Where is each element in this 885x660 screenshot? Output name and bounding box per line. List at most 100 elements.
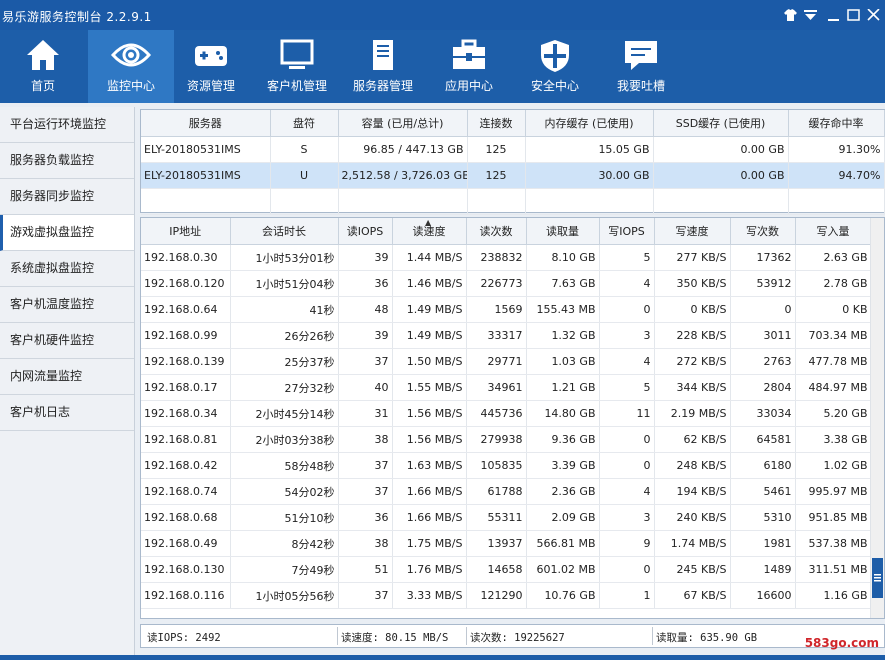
cell-ip: 192.168.0.81 <box>141 426 231 453</box>
cell-write-count: 17362 <box>730 244 796 271</box>
nav-label: 我要吐槽 <box>616 79 665 93</box>
nav-monitor-center[interactable]: 监控中心 <box>88 30 174 103</box>
cell-write-iops: 4 <box>599 270 655 297</box>
cell-write-speed: 67 KB/S <box>654 582 731 609</box>
table-row[interactable]: 192.168.0.81 2小时03分38秒 38 1.56 MB/S 279938 9.… <box>141 426 872 453</box>
cell-drive: U <box>270 162 339 189</box>
column-header[interactable]: 写次数 <box>730 218 796 245</box>
cell-session: 58分48秒 <box>230 452 339 479</box>
column-header[interactable]: 内存缓存 (已使用) <box>525 110 654 137</box>
cell-write-amount: 0 KB <box>795 296 872 323</box>
table-row[interactable]: 192.168.0.116 1小时05分56秒 37 3.33 MB/S 121290 1… <box>141 582 872 609</box>
menu-icon[interactable] <box>803 9 817 22</box>
table-row[interactable]: 192.168.0.68 51分10秒 36 1.66 MB/S 55311 2.09 G… <box>141 504 872 531</box>
nav-security-center[interactable]: 安全中心 <box>512 30 598 103</box>
column-header[interactable]: 连接数 <box>467 110 526 137</box>
status-divider <box>652 627 653 645</box>
table-row[interactable]: 192.168.0.99 26分26秒 39 1.49 MB/S 33317 1.32 G… <box>141 322 872 349</box>
status-read-speed: 读速度: 80.15 MB/S <box>341 632 449 644</box>
sidebar-item-server-sync[interactable]: 服务器同步监控 <box>0 179 134 215</box>
sidebar-item-client-log[interactable]: 客户机日志 <box>0 395 134 431</box>
column-header[interactable]: 写入量 <box>795 218 872 245</box>
sidebar-item-game-vdisk[interactable]: 游戏虚拟盘监控 <box>0 215 134 251</box>
nav-resource-management[interactable]: 资源管理 <box>168 30 254 103</box>
nav-app-center[interactable]: 应用中心 <box>426 30 512 103</box>
table-row[interactable]: 192.168.0.130 7分49秒 51 1.76 MB/S 14658 601.02… <box>141 556 872 583</box>
cell-read-amount: 10.76 GB <box>526 582 600 609</box>
minimize-icon[interactable] <box>826 9 840 22</box>
table-row[interactable]: 192.168.0.42 58分48秒 37 1.63 MB/S 105835 3.39 … <box>141 452 872 479</box>
cell-ip: 192.168.0.116 <box>141 582 231 609</box>
table-row[interactable]: ELY-20180531IMS S 96.85 / 447.13 GB 125 … <box>141 136 885 163</box>
server-panel: 服务器 盘符 容量 (已用/总计) 连接数 内存缓存 (已使用) SSD缓存 (… <box>140 109 885 215</box>
nav-home[interactable]: 首页 <box>0 30 86 103</box>
title-bar: 易乐游服务控制台 2.2.9.1 <box>0 0 885 30</box>
cell-connections: 125 <box>467 136 526 163</box>
cell-read-speed: 1.66 MB/S <box>392 478 467 505</box>
sidebar-item-server-load[interactable]: 服务器负载监控 <box>0 143 134 179</box>
column-header[interactable]: IP地址 <box>141 218 231 245</box>
cell-read-count: 105835 <box>466 452 527 479</box>
cell-read-iops: 48 <box>338 296 393 323</box>
sidebar-item-platform-env[interactable]: 平台运行环境监控 <box>0 107 134 143</box>
table-row[interactable]: 192.168.0.74 54分02秒 37 1.66 MB/S 61788 2.36 G… <box>141 478 872 505</box>
sidebar: 平台运行环境监控 服务器负载监控 服务器同步监控 游戏虚拟盘监控 系统虚拟盘监控… <box>0 107 135 655</box>
nav-label: 监控中心 <box>106 79 155 93</box>
column-header[interactable]: 读IOPS <box>338 218 393 245</box>
cell-read-count: 226773 <box>466 270 527 297</box>
table-row[interactable]: 192.168.0.139 25分37秒 37 1.50 MB/S 29771 1.03 … <box>141 348 872 375</box>
cell-read-speed: 1.55 MB/S <box>392 374 467 401</box>
cell-read-iops: 37 <box>338 582 393 609</box>
cell-write-speed: 62 KB/S <box>654 426 731 453</box>
sidebar-item-lan-traffic[interactable]: 内网流量监控 <box>0 359 134 395</box>
column-header[interactable]: 容量 (已用/总计) <box>338 110 468 137</box>
table-row[interactable]: 192.168.0.64 41秒 48 1.49 MB/S 1569 155.43 MB 0… <box>141 296 872 323</box>
column-header[interactable]: 写速度 <box>654 218 731 245</box>
toolbox-icon <box>451 39 487 74</box>
scrollbar-thumb[interactable] <box>872 558 883 598</box>
table-row[interactable]: 192.168.0.17 27分32秒 40 1.55 MB/S 34961 1.21 G… <box>141 374 872 401</box>
cell-write-speed: 248 KB/S <box>654 452 731 479</box>
column-header[interactable]: 读取量 <box>526 218 600 245</box>
sidebar-item-system-vdisk[interactable]: 系统虚拟盘监控 <box>0 251 134 287</box>
cell-read-speed: 1.66 MB/S <box>392 504 467 531</box>
table-row[interactable]: 192.168.0.120 1小时51分04秒 36 1.46 MB/S 226773 7… <box>141 270 872 297</box>
cell-session: 2小时45分14秒 <box>230 400 339 427</box>
cell-write-speed: 194 KB/S <box>654 478 731 505</box>
cell-read-amount: 3.39 GB <box>526 452 600 479</box>
skin-icon[interactable] <box>783 9 797 22</box>
column-header[interactable]: 服务器 <box>141 110 271 137</box>
cell-read-amount: 7.63 GB <box>526 270 600 297</box>
column-header[interactable]: 缓存命中率 <box>788 110 885 137</box>
cell-capacity: 2,512.58 / 3,726.03 GB <box>338 162 468 189</box>
server-table: 服务器 盘符 容量 (已用/总计) 连接数 内存缓存 (已使用) SSD缓存 (… <box>141 110 885 215</box>
table-row[interactable]: 192.168.0.49 8分42秒 38 1.75 MB/S 13937 566.81 … <box>141 530 872 557</box>
status-bar: 读IOPS: 2492 读速度: 80.15 MB/S 读次数: 1922562… <box>140 624 885 648</box>
cell-write-speed: 350 KB/S <box>654 270 731 297</box>
nav-server-management[interactable]: 服务器管理 <box>340 30 426 103</box>
table-row-selected[interactable]: ELY-20180531IMS U 2,512.58 / 3,726.03 GB… <box>141 162 885 189</box>
nav-feedback[interactable]: 我要吐槽 <box>598 30 684 103</box>
nav-client-management[interactable]: 客户机管理 <box>254 30 340 103</box>
cell-read-count: 14658 <box>466 556 527 583</box>
cell-ssd-cache: 0.00 GB <box>653 162 789 189</box>
column-header[interactable]: 读次数 <box>466 218 527 245</box>
column-header[interactable]: 会话时长 <box>230 218 339 245</box>
column-header[interactable]: 盘符 <box>270 110 339 137</box>
table-row[interactable]: 192.168.0.34 2小时45分14秒 31 1.56 MB/S 445736 14… <box>141 400 872 427</box>
column-header[interactable]: 写IOPS <box>599 218 655 245</box>
column-header[interactable]: SSD缓存 (已使用) <box>653 110 789 137</box>
table-row[interactable]: 192.168.0.30 1小时53分01秒 39 1.44 MB/S 238832 8.… <box>141 244 872 271</box>
sidebar-item-client-hardware[interactable]: 客户机硬件监控 <box>0 323 134 359</box>
status-read-iops: 读IOPS: 2492 <box>147 632 221 644</box>
cell-read-iops: 38 <box>338 426 393 453</box>
cell-session: 41秒 <box>230 296 339 323</box>
cell-ip: 192.168.0.130 <box>141 556 231 583</box>
cell-read-amount: 1.21 GB <box>526 374 600 401</box>
maximize-icon[interactable] <box>846 9 860 22</box>
cell-mem-cache: 30.00 GB <box>525 162 654 189</box>
cell-read-amount: 14.80 GB <box>526 400 600 427</box>
sidebar-item-client-temp[interactable]: 客户机温度监控 <box>0 287 134 323</box>
close-icon[interactable] <box>866 8 880 22</box>
vertical-scrollbar[interactable] <box>870 218 884 618</box>
